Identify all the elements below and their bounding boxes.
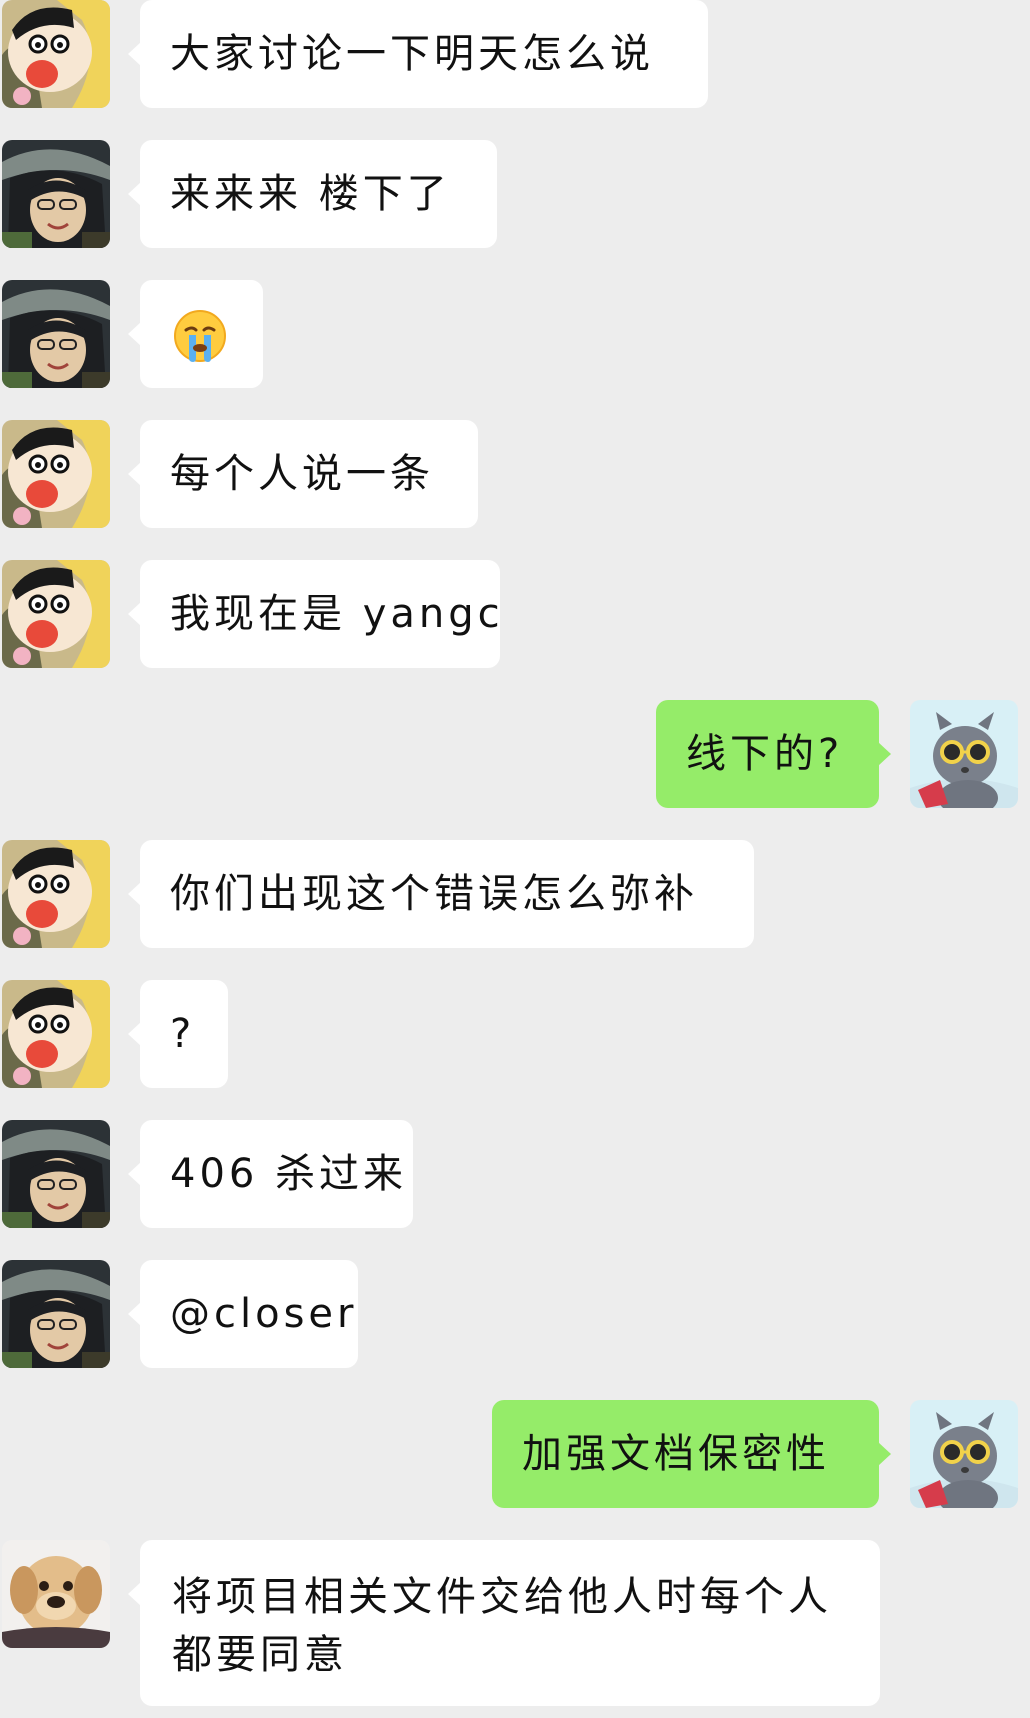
message-bubble[interactable]: ?: [128, 980, 228, 1088]
message-text: 来来来 楼下了: [170, 171, 451, 217]
girl-with-hat-avatar[interactable]: [2, 1260, 110, 1368]
message-text: 406 杀过来: [170, 1151, 408, 1197]
crayon-shin-chan-avatar[interactable]: [2, 980, 110, 1088]
crayon-shin-chan-avatar[interactable]: [2, 840, 110, 948]
message-bubble[interactable]: 来来来 楼下了: [128, 140, 497, 248]
message-bubble[interactable]: 每个人说一条: [128, 420, 478, 528]
message-text: 将项目相关文件交给他人时每个人都要同意: [172, 1574, 832, 1678]
puppy-avatar[interactable]: [2, 1540, 110, 1648]
message-bubble[interactable]: 我现在是 yangc: [128, 560, 500, 668]
loudly-crying-emoji-icon: [172, 308, 228, 364]
message-bubble[interactable]: 线下的?: [656, 700, 891, 808]
message-text: ?: [170, 1011, 196, 1057]
message-text: 线下的?: [686, 731, 844, 777]
message-text: 我现在是 yangc: [170, 591, 504, 637]
crayon-shin-chan-avatar[interactable]: [2, 420, 110, 528]
girl-with-hat-avatar[interactable]: [2, 280, 110, 388]
cat-with-sunglasses-avatar[interactable]: [910, 700, 1018, 808]
message-bubble[interactable]: 加强文档保密性: [492, 1400, 891, 1508]
message-text: 你们出现这个错误怎么弥补: [170, 871, 698, 917]
crayon-shin-chan-avatar[interactable]: [2, 0, 110, 108]
message-bubble[interactable]: [128, 280, 263, 388]
message-bubble[interactable]: 406 杀过来: [128, 1120, 413, 1228]
cat-with-sunglasses-avatar[interactable]: [910, 1400, 1018, 1508]
message-bubble[interactable]: @closer: [128, 1260, 358, 1368]
crayon-shin-chan-avatar[interactable]: [2, 560, 110, 668]
message-text: 每个人说一条: [170, 451, 434, 497]
message-bubble[interactable]: 你们出现这个错误怎么弥补: [128, 840, 754, 948]
message-bubble[interactable]: 大家讨论一下明天怎么说: [128, 0, 708, 108]
message-text: @closer: [170, 1291, 358, 1337]
message-text: 加强文档保密性: [522, 1431, 830, 1477]
girl-with-hat-avatar[interactable]: [2, 1120, 110, 1228]
message-bubble[interactable]: 将项目相关文件交给他人时每个人都要同意: [128, 1540, 880, 1706]
girl-with-hat-avatar[interactable]: [2, 140, 110, 248]
message-text: 大家讨论一下明天怎么说: [170, 31, 654, 77]
